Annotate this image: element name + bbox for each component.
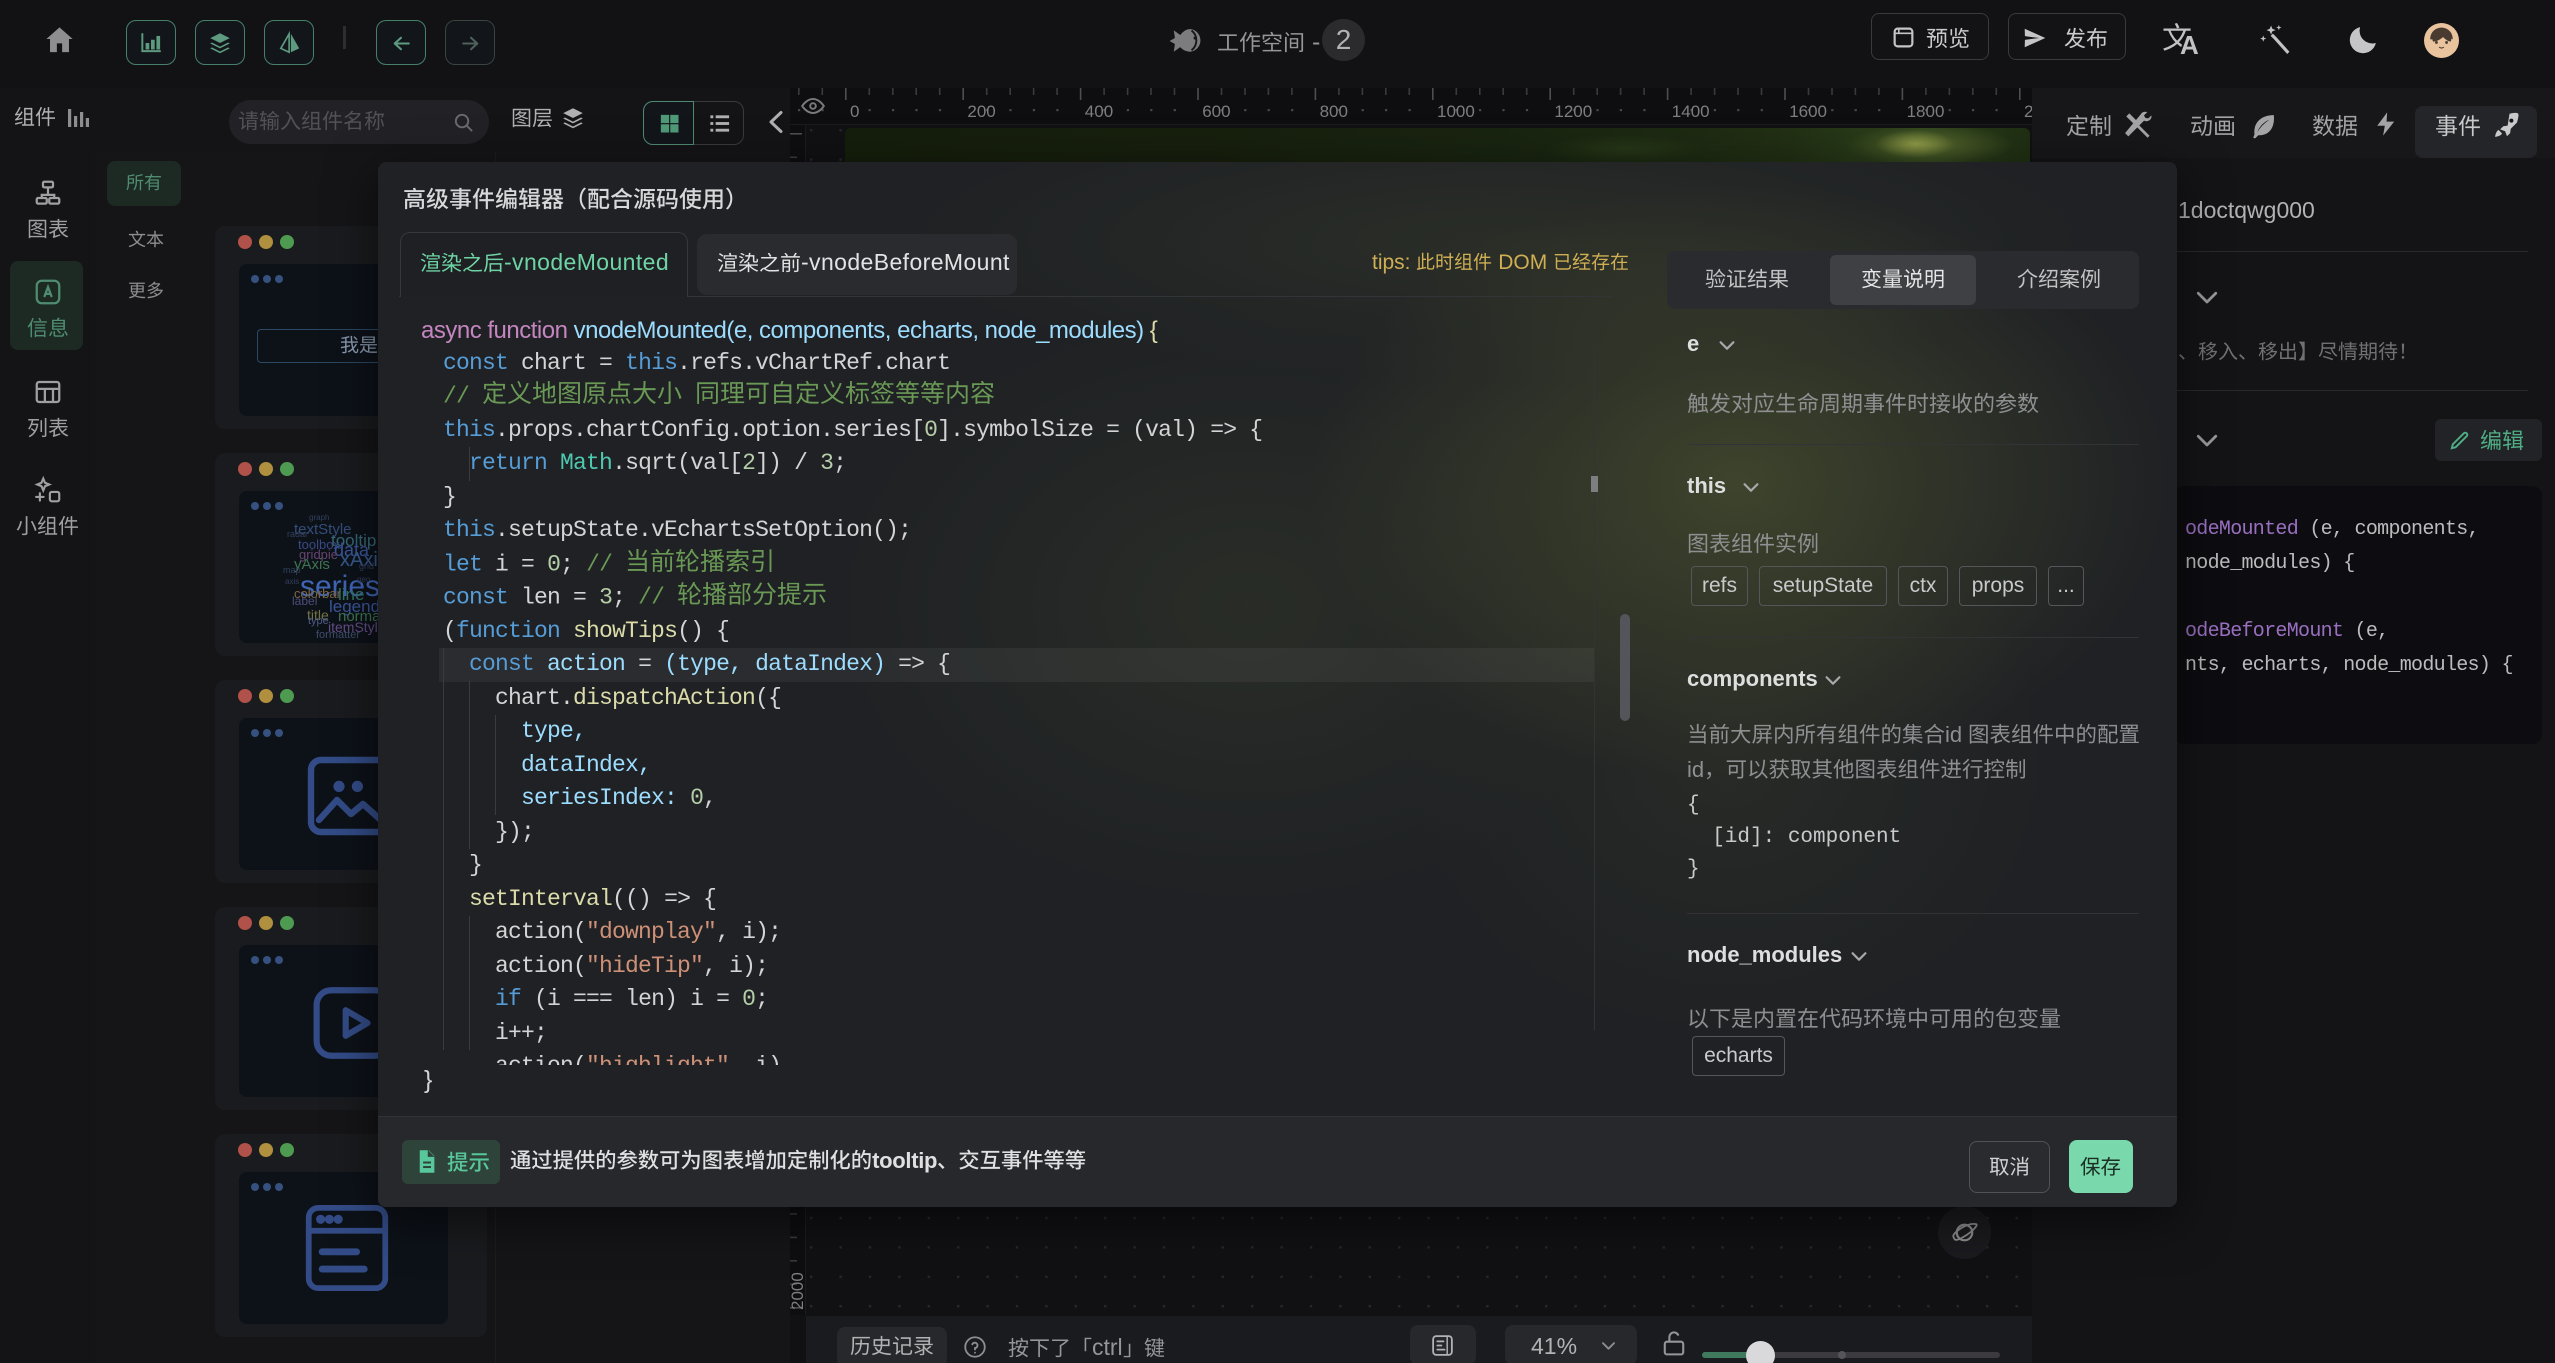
svg-text:200: 200 (967, 102, 995, 121)
svg-text:400: 400 (1085, 102, 1113, 121)
svg-text:1400: 1400 (1672, 102, 1710, 121)
svg-text:1000: 1000 (1437, 102, 1475, 121)
svg-text:600: 600 (1202, 102, 1230, 121)
svg-text:800: 800 (1320, 102, 1348, 121)
svg-text:1200: 1200 (1554, 102, 1592, 121)
svg-text:1600: 1600 (1789, 102, 1827, 121)
svg-text:0: 0 (850, 102, 859, 121)
svg-text:1800: 1800 (1907, 102, 1945, 121)
svg-text:2000: 2000 (2024, 102, 2032, 121)
svg-text:2000: 2000 (790, 1272, 806, 1310)
